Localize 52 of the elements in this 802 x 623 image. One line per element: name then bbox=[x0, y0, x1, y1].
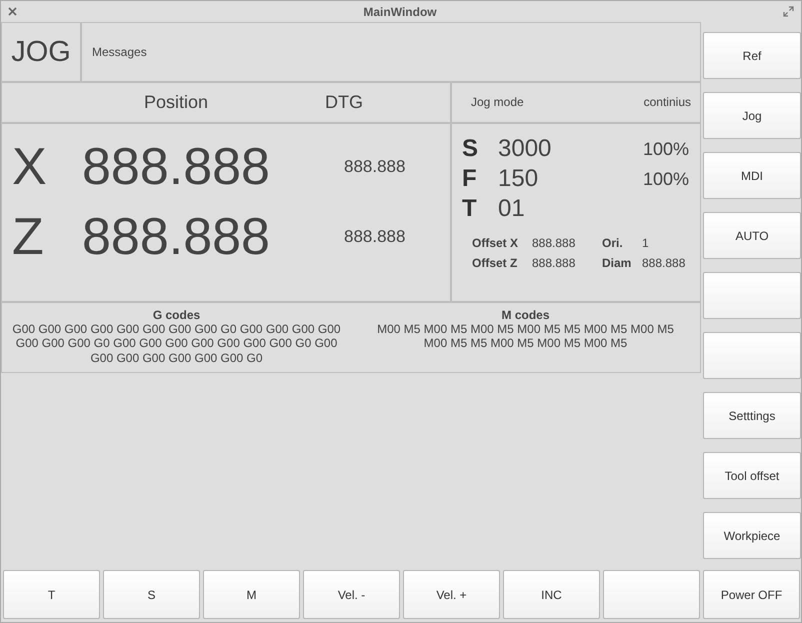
menu-button[interactable]: Jog bbox=[703, 92, 801, 139]
axis-letter: Z bbox=[11, 207, 45, 267]
menu-button[interactable]: Workpiece bbox=[703, 512, 801, 559]
messages-panel: Messages bbox=[81, 22, 701, 82]
axis-dtg: 888.888 bbox=[344, 157, 406, 177]
blank-button[interactable] bbox=[703, 332, 801, 379]
command-button[interactable]: INC bbox=[503, 570, 600, 619]
m-codes-list: M00 M5 M00 M5 M00 M5 M00 M5 M5 M00 M5 M00 M5 M00 M5 M5 M00 M5 M00 M5 M00 M5 bbox=[351, 322, 700, 351]
blank-button[interactable] bbox=[603, 570, 700, 619]
g-codes-title: G codes bbox=[152, 308, 200, 322]
offset-label: Offset Z bbox=[472, 256, 518, 270]
override-percent: 100% bbox=[642, 168, 689, 190]
dtg-heading: DTG bbox=[325, 92, 364, 113]
maximize-icon[interactable] bbox=[783, 6, 794, 17]
m-codes-title: M codes bbox=[501, 308, 550, 322]
parameter-letter: S bbox=[462, 135, 480, 163]
jog-mode-value: continius bbox=[644, 94, 691, 108]
command-button[interactable]: Vel. - bbox=[303, 570, 400, 619]
command-button[interactable]: Vel. + bbox=[403, 570, 500, 619]
offset-label: Diam bbox=[602, 256, 632, 270]
parameter-value: 3000 bbox=[498, 135, 552, 163]
offset-label: Ori. bbox=[602, 236, 624, 250]
position-heading: Position bbox=[144, 92, 208, 113]
command-button[interactable]: M bbox=[203, 570, 300, 619]
close-icon[interactable] bbox=[8, 7, 17, 16]
offset-value: 888.888 bbox=[642, 256, 686, 270]
command-button[interactable]: Power OFF bbox=[703, 570, 800, 619]
offset-value: 888.888 bbox=[532, 256, 576, 270]
menu-button[interactable]: Tool offset bbox=[703, 452, 801, 499]
blank-button[interactable] bbox=[703, 272, 801, 319]
menu-button[interactable]: Ref bbox=[703, 32, 801, 79]
g-codes-list: G00 G00 G00 G00 G00 G00 G00 G00 G0 G00 G00 G00 G00 G00 G00 G00 G0 G00 G00 G00 G00 G00 G00 G00 G0 G00 G00 G00 G00 G00 G00 G00 G0 bbox=[2, 322, 351, 366]
parameter-value: 01 bbox=[498, 195, 526, 223]
command-button[interactable]: S bbox=[103, 570, 200, 619]
offset-value: 1 bbox=[642, 236, 650, 250]
menu-button[interactable]: MDI bbox=[703, 152, 801, 199]
parameter-value: 150 bbox=[498, 165, 540, 193]
menu-button[interactable]: Setttings bbox=[703, 392, 801, 439]
parameter-letter: F bbox=[462, 165, 478, 193]
jog-mode-label: Jog mode bbox=[471, 94, 524, 108]
window-title: MainWindow bbox=[362, 4, 438, 18]
axis-position: 888.888 bbox=[82, 207, 271, 267]
offset-value: 888.888 bbox=[532, 236, 576, 250]
axis-letter: X bbox=[11, 137, 48, 197]
menu-button[interactable]: AUTO bbox=[703, 212, 801, 259]
mode-display: JOG bbox=[1, 22, 81, 82]
override-percent: 100% bbox=[642, 138, 689, 160]
axis-dtg: 888.888 bbox=[344, 227, 406, 247]
axis-position: 888.888 bbox=[82, 137, 271, 197]
command-button[interactable]: T bbox=[3, 570, 100, 619]
parameter-letter: T bbox=[462, 195, 478, 223]
offset-label: Offset X bbox=[472, 236, 520, 250]
